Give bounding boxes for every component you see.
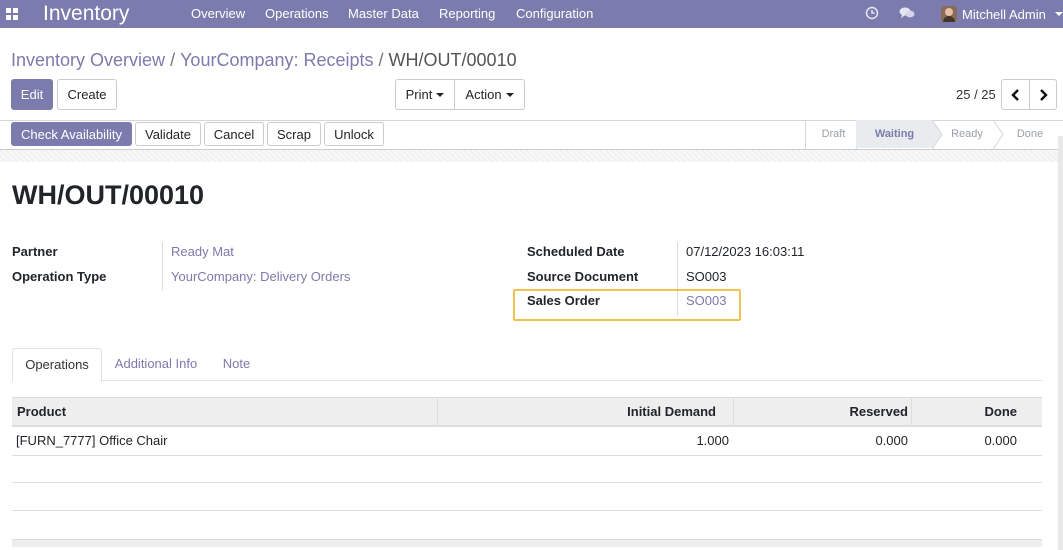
check-availability-button[interactable]: Check Availability — [11, 122, 132, 146]
menu-operations[interactable]: Operations — [265, 0, 329, 28]
cell-reserved[interactable]: 0.000 — [734, 433, 908, 448]
row-divider — [12, 510, 1042, 511]
user-menu[interactable]: Mitchell Admin — [941, 4, 1063, 24]
pager-next-button[interactable] — [1029, 79, 1057, 110]
stage-done: Done — [1016, 128, 1044, 140]
column-done[interactable]: Done — [912, 398, 1018, 426]
sales-order-value[interactable]: SO003 — [686, 293, 726, 308]
print-dropdown[interactable]: Print — [395, 79, 455, 110]
tab-operations[interactable]: Operations — [12, 348, 102, 382]
edit-button[interactable]: Edit — [11, 79, 53, 110]
stage-waiting: Waiting — [856, 120, 933, 148]
menu-reporting[interactable]: Reporting — [439, 0, 495, 28]
cell-initial-demand[interactable]: 1.000 — [438, 433, 729, 448]
chevron-left-icon — [1010, 88, 1019, 101]
row-divider — [12, 455, 1042, 456]
scrap-button[interactable]: Scrap — [267, 122, 321, 146]
column-reserved[interactable]: Reserved — [734, 398, 908, 426]
scrollbar[interactable] — [1058, 136, 1063, 550]
sales-order-label: Sales Order — [527, 293, 600, 308]
tab-note[interactable]: Note — [211, 348, 262, 381]
partner-value[interactable]: Ready Mat — [171, 244, 234, 259]
column-product[interactable]: Product — [17, 398, 66, 426]
table-footer — [12, 539, 1042, 547]
create-button[interactable]: Create — [57, 79, 117, 110]
unlock-button[interactable]: Unlock — [324, 122, 384, 146]
menu-configuration[interactable]: Configuration — [516, 0, 593, 28]
breadcrumb-inventory-overview[interactable]: Inventory Overview — [11, 50, 165, 70]
action-label: Action — [465, 87, 502, 102]
column-initial-demand[interactable]: Initial Demand — [438, 398, 716, 426]
avatar — [941, 6, 957, 22]
field-divider — [162, 242, 163, 291]
stage-ready: Ready — [951, 128, 983, 140]
menu-overview[interactable]: Overview — [191, 0, 245, 28]
top-navbar: Inventory Overview Operations Master Dat… — [0, 0, 1063, 28]
menu-master-data[interactable]: Master Data — [348, 0, 419, 28]
breadcrumb-current: WH/OUT/00010 — [388, 50, 517, 70]
chevron-down-icon — [1054, 12, 1063, 16]
chat-icon[interactable] — [899, 6, 915, 20]
validate-button[interactable]: Validate — [135, 122, 201, 146]
row-divider — [12, 482, 1042, 483]
scheduled-date-label: Scheduled Date — [527, 244, 625, 259]
notebook-tabs: Operations Additional Info Note — [12, 348, 1042, 382]
pager-previous-button[interactable] — [1001, 79, 1030, 110]
source-document-value[interactable]: SO003 — [686, 269, 726, 284]
stage-draft: Draft — [821, 128, 846, 140]
scheduled-date-value[interactable]: 07/12/2023 16:03:11 — [686, 244, 804, 259]
pager-value[interactable]: 25 / 25 — [956, 87, 996, 102]
cancel-button[interactable]: Cancel — [204, 122, 264, 146]
chevron-down-icon — [436, 92, 445, 97]
clock-icon[interactable] — [865, 6, 879, 20]
action-dropdown[interactable]: Action — [454, 79, 525, 110]
operation-type-label: Operation Type — [12, 269, 107, 284]
breadcrumb: Inventory Overview / YourCompany: Receipts… — [11, 50, 517, 70]
stage-indicator: Draft Waiting Ready Done — [805, 120, 1063, 150]
tab-additional-info[interactable]: Additional Info — [107, 348, 205, 381]
cell-product[interactable]: [FURN_7777] Office Chair — [16, 433, 168, 448]
breadcrumb-receipts[interactable]: YourCompany: Receipts — [180, 50, 373, 70]
chevron-right-icon — [1040, 88, 1048, 101]
operation-type-value[interactable]: YourCompany: Delivery Orders — [171, 269, 350, 284]
print-label: Print — [405, 87, 433, 102]
source-document-label: Source Document — [527, 269, 639, 284]
app-name[interactable]: Inventory — [43, 1, 129, 27]
user-name: Mitchell Admin — [962, 6, 1046, 22]
table-header: Product Initial Demand Reserved Done — [12, 397, 1042, 427]
record-title: WH/OUT/00010 — [12, 180, 205, 210]
cell-done[interactable]: 0.000 — [912, 433, 1017, 448]
partner-label: Partner — [12, 244, 58, 259]
apps-grid-icon[interactable] — [6, 8, 18, 20]
chevron-down-icon — [505, 92, 514, 97]
sheet-background — [0, 150, 1063, 162]
